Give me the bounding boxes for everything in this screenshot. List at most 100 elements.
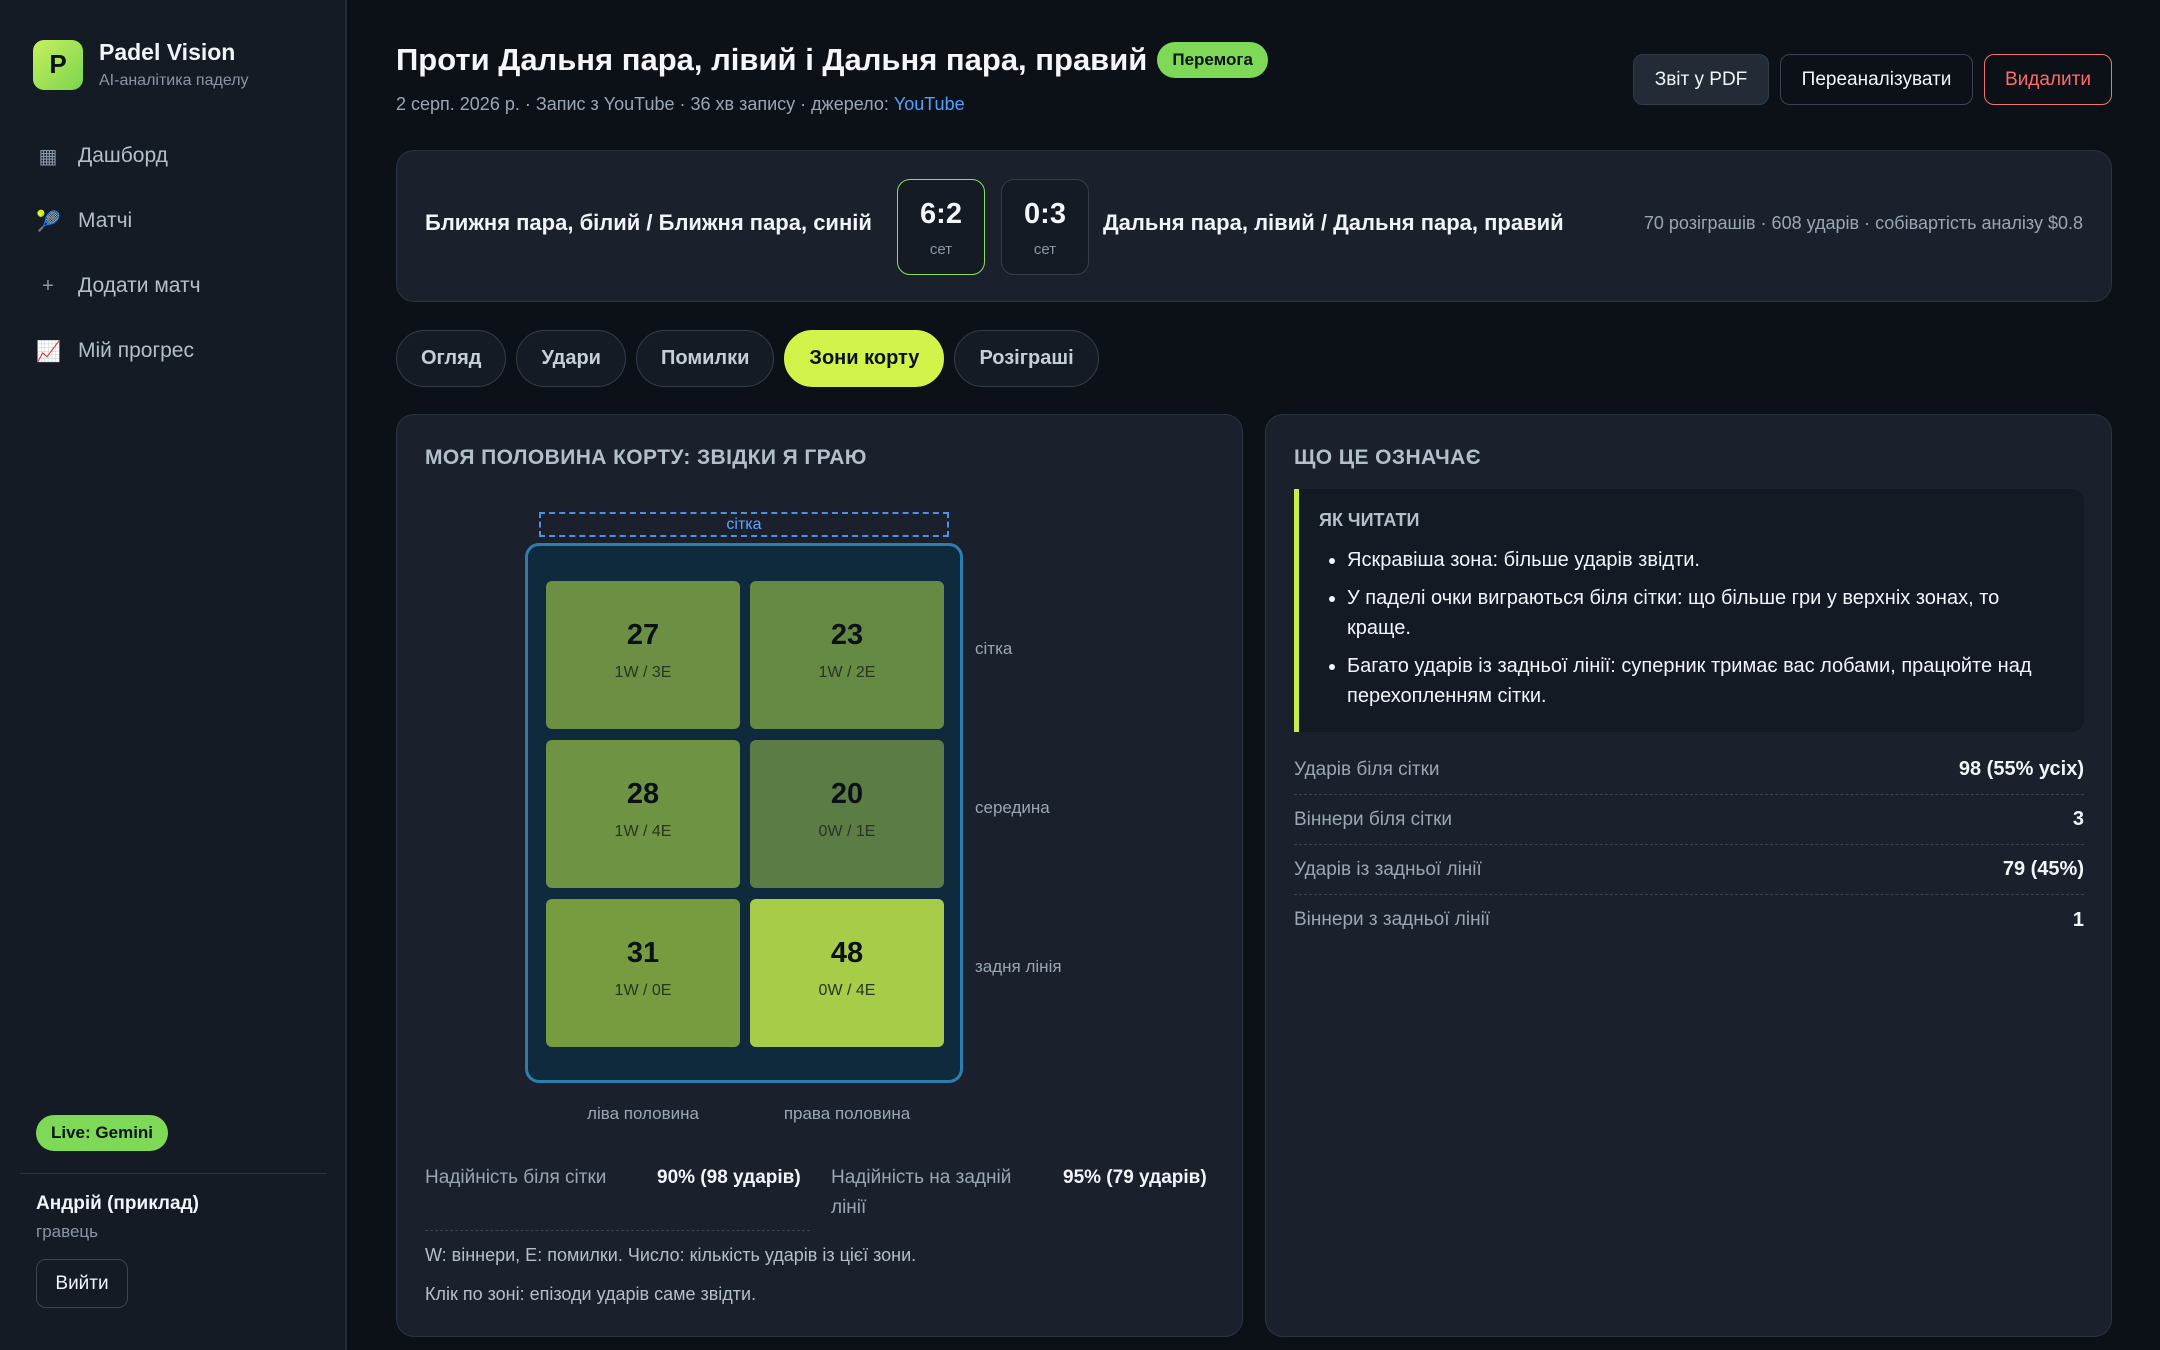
stat-row: Ударів біля сітки 98 (55% усіх) <box>1294 745 2084 795</box>
app-subtitle: AI-аналітика паделу <box>99 72 249 89</box>
page-title: Проти Дальня пара, лівий і Дальня пара, … <box>396 42 1148 77</box>
sidebar-item-matches[interactable]: 🎾 Матчі <box>20 193 327 249</box>
zone-back-left[interactable]: 31 1W / 0E <box>546 899 740 1047</box>
sidebar: P Padel Vision AI-аналітика паделу ▦ Даш… <box>0 0 347 1350</box>
set-label: сет <box>929 241 953 258</box>
col-label-right: права половина <box>783 1104 911 1123</box>
how-to-read-list: Яскравіша зона: більше ударів звідти. У … <box>1319 545 2059 719</box>
zone-count: 28 <box>626 778 660 810</box>
sidebar-item-label: Мій прогрес <box>78 339 194 362</box>
net-reliability-value: 90% (98 ударів) <box>657 1167 801 1188</box>
back-reliability-label: Надійність на задній лінії <box>831 1167 1012 1218</box>
net-reliability-label: Надійність біля сітки <box>425 1167 607 1188</box>
zone-winners-errors: 1W / 2E <box>818 664 876 681</box>
zone-middle-left[interactable]: 28 1W / 4E <box>546 740 740 888</box>
app-name: Padel Vision <box>99 39 236 65</box>
zone-winners-errors: 1W / 0E <box>614 982 672 999</box>
sidebar-item-add-match[interactable]: + Додати матч <box>20 258 327 314</box>
score-card: Ближня пара, білий / Ближня пара, синій … <box>396 150 2112 302</box>
col-label-left: ліва половина <box>587 1104 699 1123</box>
zone-count: 48 <box>830 937 864 969</box>
chart-icon: 📈 <box>36 340 61 363</box>
stat-value: 3 <box>2072 808 2084 830</box>
list-item: У паделі очки виграються біля сітки: що … <box>1347 583 2059 643</box>
sidebar-item-dashboard[interactable]: ▦ Дашборд <box>20 128 327 184</box>
stat-label: Ударів із задньої лінії <box>1294 858 1482 880</box>
match-meta: 2 серп. 2026 р. · Запис з YouTube · 36 х… <box>396 94 965 115</box>
stat-row: Ударів із задньої лінії 79 (45%) <box>1294 845 2084 895</box>
stat-label: Віннери біля сітки <box>1294 808 1453 830</box>
court-diagram: 27 1W / 3E 23 1W / 2E 28 1W / 4E 20 0W /… <box>525 543 963 1083</box>
zone-middle-right[interactable]: 20 0W / 1E <box>750 740 944 888</box>
page-header: Проти Дальня пара, лівий і Дальня пара, … <box>396 42 1268 78</box>
stat-label: Ударів біля сітки <box>1294 758 1440 780</box>
list-item: Яскравіша зона: більше ударів звідти. <box>1347 545 2059 575</box>
row-label-net: сітка <box>975 639 1013 658</box>
sidebar-item-label: Додати матч <box>78 274 201 297</box>
zone-net-right[interactable]: 23 1W / 2E <box>750 581 944 729</box>
panel-title: МОЯ ПОЛОВИНА КОРТУ: ЗВІДКИ Я ГРАЮ <box>425 446 867 469</box>
source-link[interactable]: YouTube <box>894 94 965 114</box>
stat-row: Віннери біля сітки 3 <box>1294 795 2084 845</box>
tab-overview[interactable]: Огляд <box>396 330 507 387</box>
zone-count: 20 <box>830 778 864 810</box>
racket-icon: 🎾 <box>36 210 61 233</box>
back-reliability-value: 95% (79 ударів) <box>1063 1167 1207 1188</box>
meaning-panel: ЩО ЦЕ ОЗНАЧАЄ ЯК ЧИТАТИ Яскравіша зона: … <box>1265 414 2112 1337</box>
live-badge: Live: Gemini <box>36 1115 169 1151</box>
zone-count: 31 <box>626 937 660 969</box>
stat-row: Віннери з задньої лінії 1 <box>1294 895 2084 945</box>
divider <box>20 1173 327 1174</box>
court-panel: МОЯ ПОЛОВИНА КОРТУ: ЗВІДКИ Я ГРАЮ сітка … <box>396 414 1243 1337</box>
tab-shots[interactable]: Удари <box>516 330 626 387</box>
set-score: 6:2 <box>920 198 962 230</box>
tab-errors[interactable]: Помилки <box>635 330 775 387</box>
reanalyze-button[interactable]: Переаналізувати <box>1780 54 1973 105</box>
logo: P <box>33 39 83 90</box>
sidebar-nav: ▦ Дашборд 🎾 Матчі + Додати матч 📈 Мій пр… <box>20 128 327 388</box>
row-label-back: задня лінія <box>975 957 1062 976</box>
zone-count: 27 <box>626 619 660 651</box>
net-label: сітка <box>539 512 949 537</box>
zone-back-right[interactable]: 48 0W / 4E <box>750 899 944 1047</box>
stat-value: 98 (55% усіх) <box>1958 758 2084 780</box>
zone-winners-errors: 0W / 4E <box>818 982 876 999</box>
stat-label: Віннери з задньої лінії <box>1294 909 1491 930</box>
tab-bar: Огляд Удари Помилки Зони корту Розіграші <box>396 330 1099 387</box>
match-stats: 70 розіграшів · 608 ударів · собівартіст… <box>1643 213 2083 233</box>
zone-count: 23 <box>830 619 864 651</box>
click-hint-note: Клік по зоні: епізоди ударів саме звідти… <box>425 1284 757 1304</box>
sidebar-item-label: Дашборд <box>78 144 168 167</box>
stat-value: 79 (45%) <box>2002 858 2084 880</box>
user-role: гравець <box>36 1222 98 1241</box>
zone-winners-errors: 0W / 1E <box>818 823 876 840</box>
divider <box>425 1230 810 1231</box>
zone-net-left[interactable]: 27 1W / 3E <box>546 581 740 729</box>
tab-rallies[interactable]: Розіграші <box>954 330 1099 387</box>
sidebar-item-progress[interactable]: 📈 Мій прогрес <box>20 323 327 379</box>
brand[interactable]: P Padel Vision AI-аналітика паделу <box>33 39 249 90</box>
set-score: 0:3 <box>1024 198 1066 230</box>
panel-title: ЩО ЦЕ ОЗНАЧАЄ <box>1294 446 1482 469</box>
pdf-report-button[interactable]: Звіт у PDF <box>1633 54 1769 105</box>
how-to-read-title: ЯК ЧИТАТИ <box>1319 510 1420 530</box>
match-meta-text: 2 серп. 2026 р. · Запис з YouTube · 36 х… <box>396 94 894 114</box>
zone-winners-errors: 1W / 4E <box>614 823 672 840</box>
row-label-middle: середина <box>975 798 1050 817</box>
legend-note: W: віннери, E: помилки. Число: кількість… <box>425 1245 917 1265</box>
sidebar-item-label: Матчі <box>78 209 133 232</box>
team-a-name: Ближня пара, білий / Ближня пара, синій <box>425 210 872 235</box>
team-b-name: Дальня пара, лівий / Дальня пара, правий <box>1103 210 1564 235</box>
logout-button[interactable]: Вийти <box>36 1259 128 1308</box>
set-score-box: 6:2 сет <box>897 179 985 275</box>
dashboard-icon: ▦ <box>38 145 58 168</box>
tab-court-zones[interactable]: Зони корту <box>784 330 945 387</box>
set-score-box: 0:3 сет <box>1001 179 1089 275</box>
stat-value: 1 <box>2072 908 2084 931</box>
set-label: сет <box>1033 241 1057 258</box>
zone-winners-errors: 1W / 3E <box>614 664 672 681</box>
delete-button[interactable]: Видалити <box>1984 54 2112 105</box>
result-badge: Перемога <box>1157 42 1268 78</box>
how-to-read-box: ЯК ЧИТАТИ Яскравіша зона: більше ударів … <box>1294 489 2084 732</box>
plus-icon: + <box>42 274 54 297</box>
